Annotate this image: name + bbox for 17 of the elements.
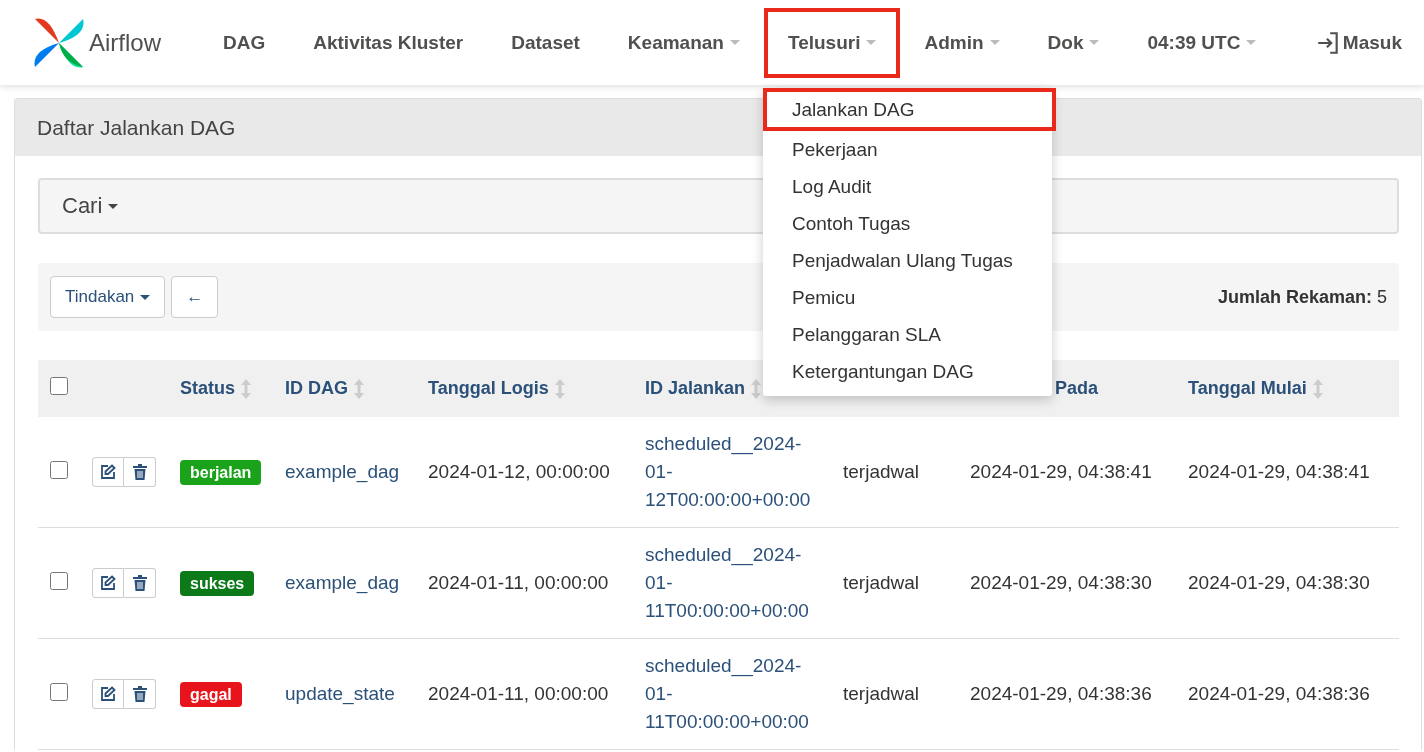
table-cell: terjadwal	[843, 683, 920, 704]
table-cell: 2024-01-11, 00:00:00	[428, 683, 609, 704]
table-cell: terjadwal	[843, 572, 920, 593]
status-badge: sukses	[180, 571, 255, 596]
status-badge: gagal	[180, 682, 242, 707]
table-cell: 2024-01-11, 00:00:00	[428, 572, 609, 593]
table-cell: 2024-01-12, 00:00:00	[428, 461, 610, 482]
table-cell: 2024-01-29, 04:38:30	[1188, 572, 1370, 593]
table-cell: 2024-01-29, 04:38:36	[970, 683, 1152, 704]
table-cell: 2024-01-29, 04:38:30	[970, 572, 1152, 593]
table-cell: 2024-01-29, 04:38:41	[970, 461, 1152, 482]
record-count: Jumlah Rekaman: 5	[1217, 286, 1387, 308]
table-cell: 2024-01-29, 04:38:36	[1188, 683, 1370, 704]
table-cell: terjadwal	[843, 461, 920, 482]
panel-title: Daftar Jalankan DAG	[37, 115, 236, 140]
table-cell: 2024-01-29, 04:38:41	[1188, 461, 1370, 482]
status-badge: berjalan	[180, 460, 262, 485]
